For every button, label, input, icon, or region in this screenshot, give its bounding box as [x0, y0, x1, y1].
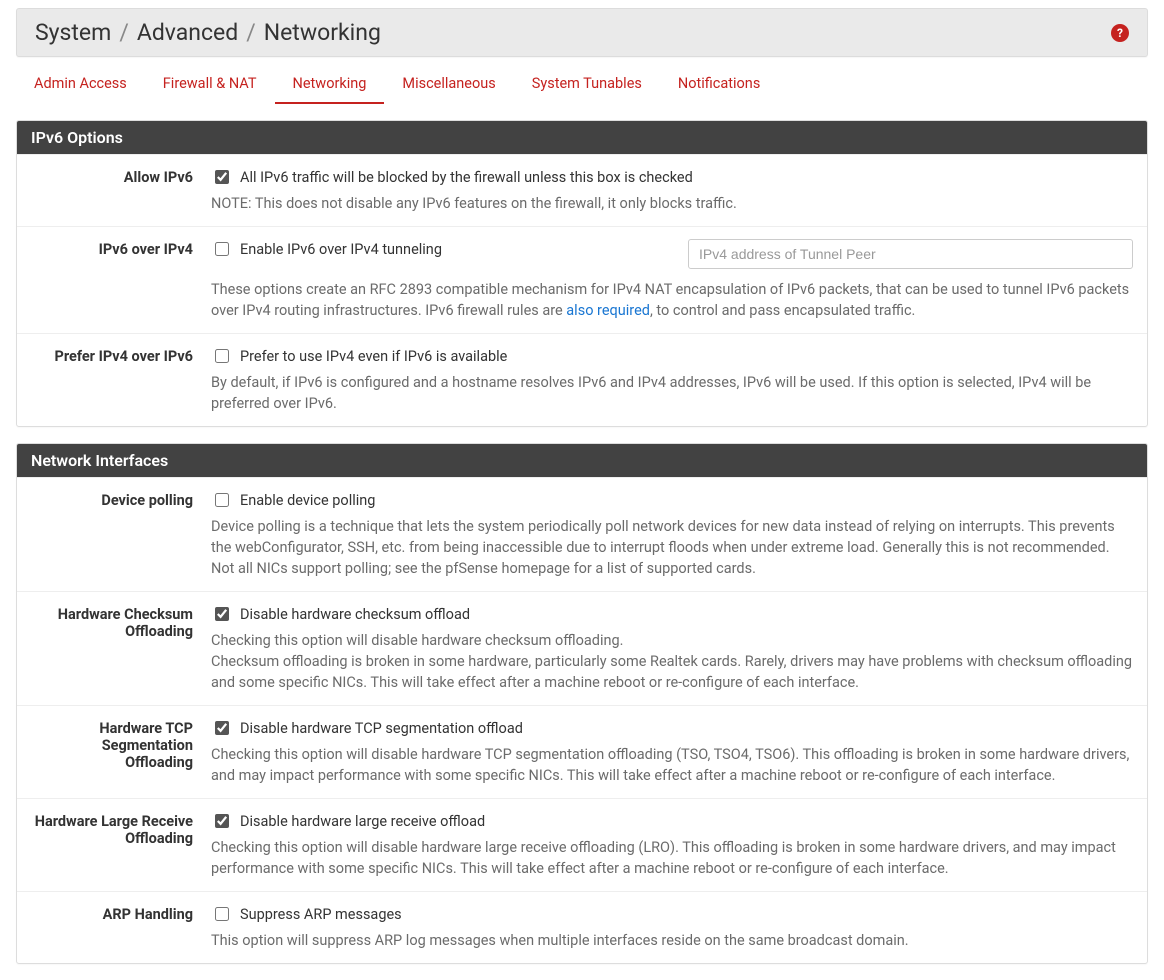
also-required-link[interactable]: also required — [566, 302, 650, 319]
help-text: This option will suppress ARP log messag… — [211, 930, 1133, 951]
breadcrumb-sep: / — [119, 19, 129, 46]
help-text-line: Checksum offloading is broken in some ha… — [211, 653, 1132, 691]
checkbox-label: Enable IPv6 over IPv4 tunneling — [240, 241, 442, 258]
panel-header: IPv6 Options — [17, 121, 1147, 154]
panel-network-interfaces: Network Interfaces Device polling Enable… — [16, 443, 1148, 964]
tab-miscellaneous[interactable]: Miscellaneous — [384, 65, 513, 104]
breadcrumb-advanced[interactable]: Advanced — [137, 19, 238, 46]
help-text: Checking this option will disable hardwa… — [211, 744, 1133, 786]
help-text: NOTE: This does not disable any IPv6 fea… — [211, 193, 1133, 214]
tabs: Admin Access Firewall & NAT Networking M… — [16, 65, 1148, 104]
checkbox-label: Suppress ARP messages — [240, 906, 402, 923]
checkbox-allow-ipv6[interactable] — [215, 170, 229, 184]
checkbox-hw-lro[interactable] — [215, 814, 229, 828]
panel-header: Network Interfaces — [17, 444, 1147, 477]
row-prefer-ipv4: Prefer IPv4 over IPv6 Prefer to use IPv4… — [17, 333, 1147, 426]
tunnel-peer-input[interactable] — [688, 239, 1133, 269]
help-text-line: Checking this option will disable hardwa… — [211, 632, 623, 649]
label-allow-ipv6: Allow IPv6 — [31, 167, 211, 186]
checkbox-label: All IPv6 traffic will be blocked by the … — [240, 169, 693, 186]
label-device-polling: Device polling — [31, 490, 211, 509]
breadcrumb-system[interactable]: System — [35, 19, 111, 46]
tab-system-tunables[interactable]: System Tunables — [514, 65, 660, 104]
help-icon[interactable]: ? — [1111, 24, 1129, 42]
row-allow-ipv6: Allow IPv6 All IPv6 traffic will be bloc… — [17, 154, 1147, 226]
label-hw-lro: Hardware Large Receive Offloading — [31, 811, 211, 847]
tab-notifications[interactable]: Notifications — [660, 65, 778, 104]
row-arp: ARP Handling Suppress ARP messages This … — [17, 891, 1147, 963]
checkbox-hw-checksum[interactable] — [215, 607, 229, 621]
label-arp: ARP Handling — [31, 904, 211, 923]
tab-firewall-nat[interactable]: Firewall & NAT — [145, 65, 275, 104]
label-hw-checksum: Hardware Checksum Offloading — [31, 604, 211, 640]
help-text-b: , to control and pass encapsulated traff… — [650, 302, 915, 319]
help-text: These options create an RFC 2893 compati… — [211, 279, 1133, 321]
panel-ipv6-options: IPv6 Options Allow IPv6 All IPv6 traffic… — [16, 120, 1148, 427]
checkbox-label: Disable hardware large receive offload — [240, 813, 485, 830]
breadcrumb: System / Advanced / Networking — [35, 19, 381, 46]
tab-admin-access[interactable]: Admin Access — [16, 65, 145, 104]
help-text: By default, if IPv6 is configured and a … — [211, 372, 1133, 414]
checkbox-label: Enable device polling — [240, 492, 375, 509]
checkbox-label: Disable hardware TCP segmentation offloa… — [240, 720, 523, 737]
help-text: Device polling is a technique that lets … — [211, 516, 1133, 579]
label-hw-tso: Hardware TCP Segmentation Offloading — [31, 718, 211, 771]
row-hw-lro: Hardware Large Receive Offloading Disabl… — [17, 798, 1147, 891]
help-text: Checking this option will disable hardwa… — [211, 837, 1133, 879]
checkbox-hw-tso[interactable] — [215, 721, 229, 735]
checkbox-label: Prefer to use IPv4 even if IPv6 is avail… — [240, 348, 507, 365]
row-ipv6-over-ipv4: IPv6 over IPv4 Enable IPv6 over IPv4 tun… — [17, 226, 1147, 333]
label-prefer-ipv4: Prefer IPv4 over IPv6 — [31, 346, 211, 365]
checkbox-ipv6-over-ipv4[interactable] — [215, 242, 229, 256]
label-ipv6-over-ipv4: IPv6 over IPv4 — [31, 239, 211, 258]
page-header: System / Advanced / Networking ? — [16, 8, 1148, 57]
checkbox-prefer-ipv4[interactable] — [215, 349, 229, 363]
checkbox-label: Disable hardware checksum offload — [240, 606, 470, 623]
tab-networking[interactable]: Networking — [275, 65, 385, 104]
breadcrumb-sep: / — [246, 19, 256, 46]
help-text: Checking this option will disable hardwa… — [211, 630, 1133, 693]
checkbox-arp[interactable] — [215, 907, 229, 921]
row-hw-tso: Hardware TCP Segmentation Offloading Dis… — [17, 705, 1147, 798]
row-hw-checksum: Hardware Checksum Offloading Disable har… — [17, 591, 1147, 705]
row-device-polling: Device polling Enable device polling Dev… — [17, 477, 1147, 591]
breadcrumb-networking: Networking — [264, 19, 381, 46]
checkbox-device-polling[interactable] — [215, 493, 229, 507]
